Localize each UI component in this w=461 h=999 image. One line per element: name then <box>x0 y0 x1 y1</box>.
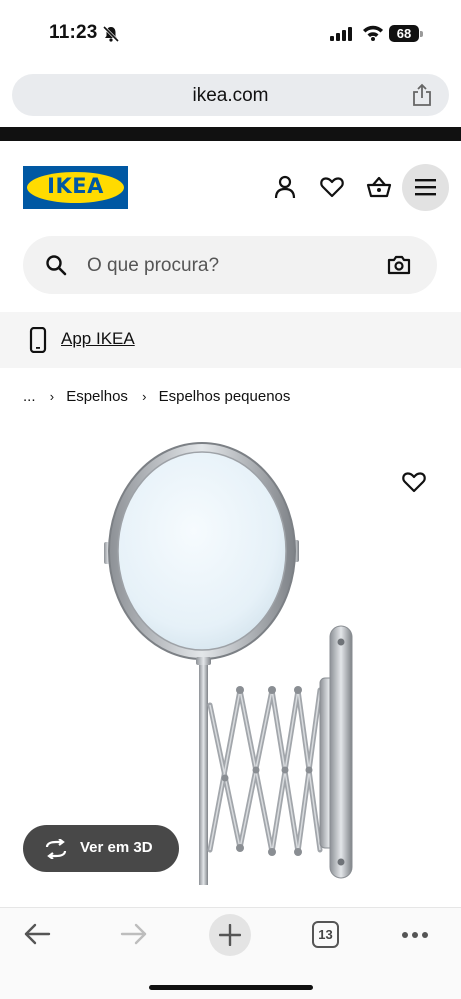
share-icon[interactable] <box>411 83 433 107</box>
wifi-icon <box>363 25 383 41</box>
basket-icon[interactable] <box>366 174 392 200</box>
new-tab-button[interactable] <box>209 914 251 956</box>
cellular-signal-icon <box>330 27 352 41</box>
status-bar: 11:23 68 <box>0 0 461 66</box>
bell-slash-icon <box>102 25 120 43</box>
menu-icon <box>415 179 436 196</box>
ikea-logo-text: IKEA <box>47 174 104 198</box>
status-time: 11:23 <box>49 22 98 43</box>
ellipsis-icon[interactable] <box>401 931 429 939</box>
breadcrumb: ... › Espelhos › Espelhos pequenos <box>23 387 290 405</box>
user-icon[interactable] <box>272 174 298 200</box>
breadcrumb-ellipsis[interactable]: ... <box>23 388 36 405</box>
heart-icon[interactable] <box>319 174 345 200</box>
page-top-strip <box>0 127 461 141</box>
favourite-heart-icon[interactable] <box>401 470 427 494</box>
chevron-right-icon: › <box>142 388 147 404</box>
url-text[interactable]: ikea.com <box>12 85 449 107</box>
battery-icon: 68 <box>389 25 419 42</box>
search-placeholder[interactable]: O que procura? <box>87 255 219 277</box>
search-input[interactable]: O que procura? <box>23 236 437 294</box>
view-3d-button[interactable]: Ver em 3D <box>23 825 179 872</box>
app-banner[interactable]: App IKEA <box>0 312 461 368</box>
ikea-logo[interactable]: IKEA <box>23 166 128 209</box>
view-3d-label[interactable]: Ver em 3D <box>80 839 153 856</box>
search-icon <box>46 255 67 276</box>
rotate-3d-icon <box>45 839 67 859</box>
app-ikea-link[interactable]: App IKEA <box>61 329 135 349</box>
plus-icon <box>219 924 241 946</box>
breadcrumb-espelhos-pequenos[interactable]: Espelhos pequenos <box>159 388 291 405</box>
phone-icon <box>29 327 47 353</box>
menu-button[interactable] <box>402 164 449 211</box>
arrow-right-icon[interactable] <box>120 922 148 946</box>
tabs-count-button[interactable]: 13 <box>312 921 339 948</box>
breadcrumb-espelhos[interactable]: Espelhos <box>66 388 128 405</box>
url-bar[interactable]: ikea.com <box>12 74 449 116</box>
home-indicator <box>149 985 313 990</box>
camera-icon[interactable] <box>387 253 411 277</box>
chevron-right-icon: › <box>49 388 55 404</box>
battery-level: 68 <box>396 26 412 41</box>
battery-nub <box>420 31 423 37</box>
arrow-left-icon[interactable] <box>23 922 51 946</box>
